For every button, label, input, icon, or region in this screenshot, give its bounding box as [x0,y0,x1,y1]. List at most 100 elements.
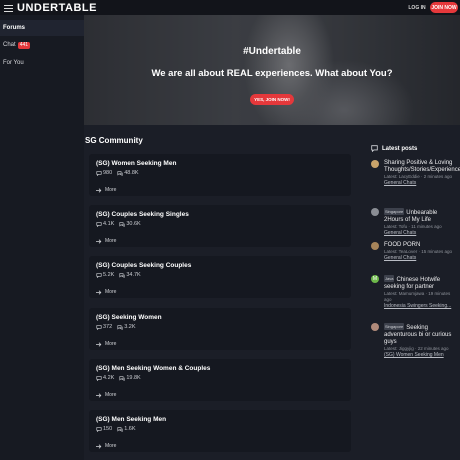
thread-count: 150 [103,426,113,432]
messages-icon [119,375,125,381]
forum-title[interactable]: (SG) Couples Seeking Couples [96,262,191,269]
hero-subtitle: We are all about REAL experiences. What … [151,68,393,79]
arrow-right-icon [96,392,102,398]
forum-card[interactable]: (SG) Women Seeking Men 980 48.8K More [89,154,351,196]
messages-icon [117,170,123,176]
comment-icon [96,272,102,278]
more-link[interactable]: More [96,443,116,449]
thread-count: 4.2K [103,375,115,381]
message-count: 1.6K [124,426,136,432]
post-forum-link[interactable]: General Chats [384,180,457,187]
comment-icon [96,324,102,330]
more-label: More [105,341,117,347]
arrow-right-icon [96,443,102,449]
message-count: 30.6K [126,221,141,227]
post-forum-link[interactable]: Indonesia Swingers Seeking... [384,303,457,310]
more-link[interactable]: More [96,289,116,295]
forum-title[interactable]: (SG) Seeking Women [96,314,162,321]
arrow-right-icon [96,238,102,244]
login-button[interactable]: LOG IN [404,2,430,13]
messages-icon [119,221,125,227]
post-meta: Latest: Mamumjawa · 19 minutes ago [384,291,451,302]
prefix-tag: Java [384,275,395,282]
post-forum-link[interactable]: (SG) Women Seeking Men [384,352,457,359]
community-title: SG Community [85,136,143,145]
forum-stats: 372 3.2K [96,324,141,330]
sidebar-item-forums[interactable]: Forums [0,20,84,36]
post-title[interactable]: Singapore Unbearable 2Hours of My Life [384,208,457,224]
more-link[interactable]: More [96,341,116,347]
more-label: More [105,392,117,398]
avatar[interactable] [371,242,379,250]
hero-title: #Undertable [243,46,301,57]
forum-stats: 4.1K 30.6K [96,221,146,227]
forum-title[interactable]: (SG) Men Seeking Women & Couples [96,365,210,372]
message-count: 3.2K [124,324,136,330]
more-label: More [105,238,117,244]
thread-count: 5.2K [103,272,115,278]
post-title[interactable]: FOOD PORN [384,242,457,249]
messages-icon [117,426,123,432]
post-title-text: FOOD PORN [384,242,421,248]
avatar[interactable] [371,323,379,331]
messages-icon [119,272,125,278]
post-title[interactable]: Java Chinese Hotwife seeking for partner [384,275,457,291]
hero-join-button[interactable]: YES, JOIN NOW! [250,94,294,105]
thread-count: 980 [103,170,113,176]
forum-stats: 150 1.6K [96,426,141,432]
more-link[interactable]: More [96,238,116,244]
brand-logo[interactable]: UNDERTABLE [17,2,97,14]
forum-card[interactable]: (SG) Men Seeking Women & Couples 4.2K 19.8… [89,359,351,401]
latest-posts-title: Latest posts [382,145,418,152]
forum-card[interactable]: (SG) Seeking Women 372 3.2K More [89,308,351,350]
more-label: More [105,443,117,449]
comment-icon [96,426,102,432]
more-label: More [105,187,117,193]
prefix-tag: Singapore [384,208,405,215]
message-count: 48.8K [124,170,139,176]
forum-stats: 980 48.8K [96,170,144,176]
sidebar-item-for-you[interactable]: For You [0,55,84,71]
forum-card[interactable]: (SG) Couples Seeking Couples 5.2K 34.7K Mor… [89,256,351,298]
forum-card[interactable]: (SG) Men Seeking Men 150 1.6K More [89,410,351,452]
forum-stats: 5.2K 34.7K [96,272,146,278]
thread-count: 372 [103,324,113,330]
comment-icon [96,221,102,227]
more-link[interactable]: More [96,187,116,193]
comment-icon [96,170,102,176]
message-count: 19.8K [126,375,141,381]
avatar[interactable]: M [371,275,379,283]
prefix-tag: Singapore [384,323,405,330]
more-link[interactable]: More [96,392,116,398]
message-count: 34.7K [126,272,141,278]
post-title[interactable]: Singapore Seeking adventurous bi or curio… [384,323,457,346]
sidebar-item-label: Forums [3,25,26,31]
sidebar: Forums Chat 441 For You [0,15,84,460]
brand[interactable]: UNDERTABLE [4,2,97,14]
post-forum-link[interactable]: General Chats [384,255,457,262]
arrow-right-icon [96,187,102,193]
avatar-letter: M [372,276,378,282]
chat-bubble-icon [371,145,378,152]
forum-card[interactable]: (SG) Couples Seeking Singles 4.1K 30.6K Mor… [89,205,351,247]
latest-posts-header: Latest posts [371,145,417,152]
post-title[interactable]: Sharing Positive & Loving Thoughts/Stori… [384,160,460,174]
forum-title[interactable]: (SG) Men Seeking Men [96,416,166,423]
sidebar-item-chat[interactable]: Chat 441 [0,37,84,53]
forum-title[interactable]: (SG) Couples Seeking Singles [96,211,189,218]
thread-count: 4.1K [103,221,115,227]
forum-title[interactable]: (SG) Women Seeking Men [96,160,176,167]
menu-icon[interactable] [4,4,13,12]
post-forum-link[interactable]: General Chats [384,230,457,237]
chat-count-badge: 441 [17,41,31,49]
hero-banner: #Undertable We are all about REAL experi… [84,15,460,125]
avatar[interactable] [371,160,379,168]
join-now-button[interactable]: JOIN NOW [430,2,458,13]
arrow-right-icon [96,341,102,347]
sidebar-item-label: Chat [3,42,16,48]
more-label: More [105,289,117,295]
top-bar: UNDERTABLE LOG IN JOIN NOW [0,0,460,15]
avatar[interactable] [371,208,379,216]
comment-icon [96,375,102,381]
post-title-text: Sharing Positive & Loving Thoughts/Stori… [384,160,460,173]
